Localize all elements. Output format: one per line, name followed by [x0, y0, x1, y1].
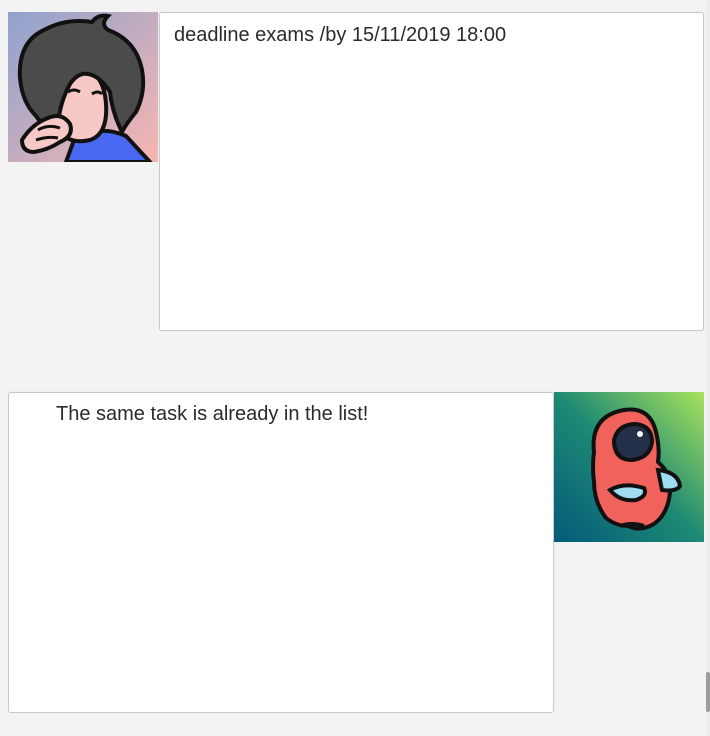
bot-message-bubble: The same task is already in the list! — [8, 392, 554, 713]
bot-message-text: The same task is already in the list! — [56, 403, 369, 425]
scrollbar-track[interactable] — [706, 0, 710, 736]
scrollbar-thumb[interactable] — [706, 672, 710, 712]
user-cartoon-avatar-icon — [8, 12, 158, 162]
user-message-bubble: deadline exams /by 15/11/2019 18:00 — [159, 12, 704, 331]
user-message-text: deadline exams /by 15/11/2019 18:00 — [174, 24, 507, 46]
bot-avatar — [554, 392, 704, 542]
bot-red-creature-avatar-icon — [554, 392, 704, 542]
user-avatar — [8, 12, 158, 162]
